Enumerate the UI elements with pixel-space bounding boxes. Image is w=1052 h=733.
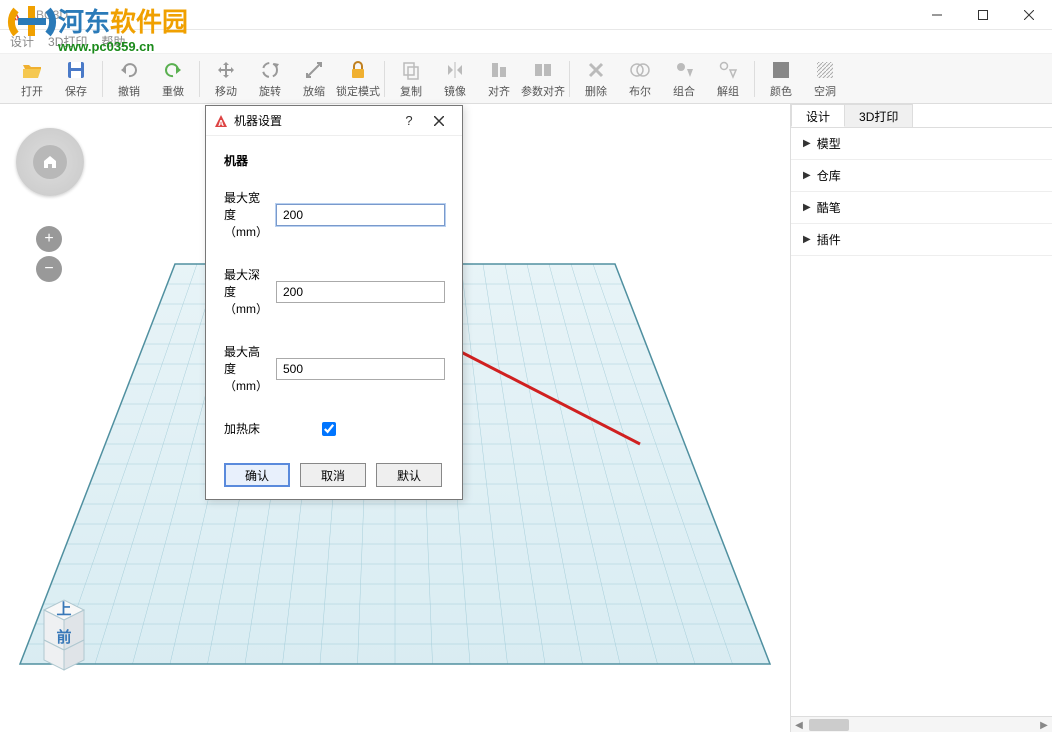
maxheight-input[interactable] [276,358,445,380]
menubar: 设计 3D打印 帮助 [0,30,1052,54]
panel-plugin[interactable]: ▶插件 [791,224,1052,256]
viewcube-front-label: 前 [56,628,71,646]
chevron-right-icon: ▶ [803,202,811,213]
dialog-section: 机器 [224,152,444,169]
heatedbed-checkbox[interactable] [322,422,336,436]
dialog-help-button[interactable]: ? [394,106,424,136]
zoom-in-button[interactable]: + [36,226,62,252]
color-button[interactable]: 颜色 [759,54,803,104]
copy-button[interactable]: 复制 [389,54,433,104]
redo-button[interactable]: 重做 [151,54,195,104]
mirror-icon [444,59,466,81]
view-cube[interactable]: 上 前 [32,592,96,676]
align-button[interactable]: 对齐 [477,54,521,104]
home-icon [33,145,67,179]
maxwidth-label: 最大宽度（mm） [224,189,268,240]
tab-3dprint[interactable]: 3D打印 [844,104,913,127]
paramalign-icon [532,59,554,81]
open-button[interactable]: 打开 [10,54,54,104]
paramalign-button[interactable]: 参数对齐 [521,54,565,104]
copy-icon [400,59,422,81]
scale-icon [303,59,325,81]
sidebar: 设计 3D打印 ▶模型 ▶仓库 ▶酷笔 ▶插件 ◀ ▶ [790,104,1052,732]
zoom-out-button[interactable]: − [36,256,62,282]
move-button[interactable]: 移动 [204,54,248,104]
rotate-icon [259,59,281,81]
dialog-title: 机器设置 [234,112,282,129]
minimize-button[interactable] [914,0,960,30]
scroll-left-icon: ◀ [791,717,807,733]
delete-icon [585,59,607,81]
rotate-button[interactable]: 旋转 [248,54,292,104]
hole-button[interactable]: 空洞 [803,54,847,104]
viewcube-top-label: 上 [56,601,71,618]
panel-model[interactable]: ▶模型 [791,128,1052,160]
undo-icon [118,59,140,81]
scroll-thumb[interactable] [809,719,849,731]
group-button[interactable]: 组合 [662,54,706,104]
undo-button[interactable]: 撤销 [107,54,151,104]
maxheight-label: 最大高度（mm） [224,343,268,394]
titlebar: A ABC3D [0,0,1052,30]
align-icon [488,59,510,81]
chevron-right-icon: ▶ [803,138,811,149]
chevron-right-icon: ▶ [803,170,811,181]
tab-design[interactable]: 设计 [791,104,845,127]
view-compass[interactable] [16,128,84,196]
ok-button[interactable]: 确认 [224,463,290,487]
hole-icon [814,59,836,81]
ungroup-icon [717,59,739,81]
heatedbed-label: 加热床 [224,420,314,437]
mirror-button[interactable]: 镜像 [433,54,477,104]
svg-text:A: A [12,12,18,21]
default-button[interactable]: 默认 [376,463,442,487]
app-icon: A [8,8,22,22]
chevron-right-icon: ▶ [803,234,811,245]
scale-button[interactable]: 放缩 [292,54,336,104]
panel-coolpen[interactable]: ▶酷笔 [791,192,1052,224]
move-icon [215,59,237,81]
ungroup-button[interactable]: 解组 [706,54,750,104]
menu-help[interactable]: 帮助 [101,33,125,50]
lock-button[interactable]: 锁定模式 [336,54,380,104]
menu-design[interactable]: 设计 [10,33,34,50]
maxdepth-label: 最大深度（mm） [224,266,268,317]
close-button[interactable] [1006,0,1052,30]
save-icon [65,59,87,81]
maximize-button[interactable] [960,0,1006,30]
boolean-button[interactable]: 布尔 [618,54,662,104]
boolean-icon [629,59,651,81]
app-icon: A [214,114,228,128]
toolbar: 打开 保存 撤销 重做 移动 旋转 放缩 锁定模式 复制 镜像 对齐 [0,54,1052,104]
folder-open-icon [21,59,43,81]
menu-3dprint[interactable]: 3D打印 [48,33,87,50]
svg-text:A: A [218,119,224,128]
lock-icon [347,59,369,81]
maxdepth-input[interactable] [276,281,445,303]
group-icon [673,59,695,81]
dialog-close-button[interactable] [424,106,454,136]
machine-settings-dialog: A 机器设置 ? 机器 最大宽度（mm） 最大深度（mm） 最大高度（mm） 加… [205,105,463,500]
color-icon [770,59,792,81]
cancel-button[interactable]: 取消 [300,463,366,487]
maxwidth-input[interactable] [276,204,445,226]
sidebar-scrollbar[interactable]: ◀ ▶ [791,716,1052,732]
window-title: ABC3D [28,8,68,22]
panel-warehouse[interactable]: ▶仓库 [791,160,1052,192]
scroll-right-icon: ▶ [1036,717,1052,733]
redo-icon [162,59,184,81]
save-button[interactable]: 保存 [54,54,98,104]
delete-button[interactable]: 删除 [574,54,618,104]
